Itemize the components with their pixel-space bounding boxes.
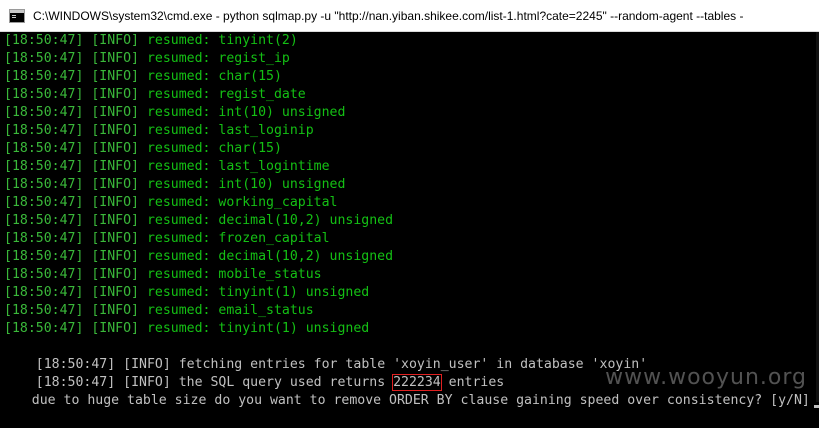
log-line: [18:50:47] [INFO] resumed: last_logintim… <box>0 158 819 176</box>
log-message: resumed: last_loginip <box>139 123 314 138</box>
log-line: [18:50:47] [INFO] resumed: regist_date <box>0 86 819 104</box>
log-message: fetching entries for table 'xoyin_user' … <box>170 357 648 372</box>
timestamp: [18:50:47] <box>4 123 84 138</box>
timestamp: [18:50:47] <box>4 141 84 156</box>
log-line: [18:50:47] [INFO] resumed: mobile_status <box>0 266 819 284</box>
log-level: [INFO] <box>123 357 171 372</box>
timestamp: [18:50:47] <box>4 51 84 66</box>
timestamp: [18:50:47] <box>4 321 84 336</box>
log-message: resumed: last_logintime <box>139 159 330 174</box>
timestamp: [18:50:47] <box>4 231 84 246</box>
window-titlebar[interactable]: C:\WINDOWS\system32\cmd.exe - python sql… <box>0 0 819 32</box>
log-level: [INFO] <box>91 123 139 138</box>
log-level: [INFO] <box>91 33 139 48</box>
log-level: [INFO] <box>91 285 139 300</box>
log-message: resumed: tinyint(2) <box>139 33 298 48</box>
log-level: [INFO] <box>91 141 139 156</box>
log-level: [INFO] <box>91 51 139 66</box>
log-message: resumed: char(15) <box>139 141 282 156</box>
watermark: www.wooyun.org <box>605 365 807 390</box>
log-level: [INFO] <box>91 177 139 192</box>
timestamp: [18:50:47] <box>4 105 84 120</box>
log-level: [INFO] <box>91 105 139 120</box>
log-level: [INFO] <box>91 267 139 282</box>
log-message: resumed: char(15) <box>139 69 282 84</box>
log-level: [INFO] <box>91 195 139 210</box>
log-message: resumed: int(10) unsigned <box>139 177 346 192</box>
log-message: resumed: tinyint(1) unsigned <box>139 321 370 336</box>
timestamp: [18:50:47] <box>4 267 84 282</box>
log-line: [18:50:47] [INFO] resumed: int(10) unsig… <box>0 176 819 194</box>
log-message: resumed: email_status <box>139 303 314 318</box>
log-level: [INFO] <box>91 69 139 84</box>
log-line: [18:50:47] [INFO] resumed: tinyint(1) un… <box>0 284 819 302</box>
log-line: [18:50:47] [INFO] resumed: decimal(10,2)… <box>0 212 819 230</box>
log-message: resumed: mobile_status <box>139 267 322 282</box>
timestamp: [18:50:47] <box>4 213 84 228</box>
log-message: resumed: tinyint(1) unsigned <box>139 285 370 300</box>
timestamp: [18:50:47] <box>4 69 84 84</box>
log-message: the SQL query used returns <box>170 375 394 390</box>
timestamp: [18:50:47] <box>4 195 84 210</box>
log-line: [18:50:47] [INFO] resumed: regist_ip <box>0 50 819 68</box>
timestamp: [18:50:47] <box>4 33 84 48</box>
log-line: [18:50:47] [INFO] resumed: char(15) <box>0 140 819 158</box>
log-message: resumed: regist_ip <box>139 51 290 66</box>
log-line: [18:50:47] [INFO] resumed: working_capit… <box>0 194 819 212</box>
log-level: [INFO] <box>91 303 139 318</box>
text-cursor <box>813 405 819 408</box>
log-line: [18:50:47] [INFO] resumed: decimal(10,2)… <box>0 248 819 266</box>
console-output[interactable]: [18:50:47] [INFO] resumed: tinyint(2) [18… <box>0 32 819 408</box>
cmd-app-icon[interactable] <box>9 8 25 23</box>
log-message: resumed: decimal(10,2) unsigned <box>139 213 394 228</box>
timestamp: [18:50:47] <box>4 87 84 102</box>
entry-count-highlight: 222234 <box>392 374 442 391</box>
fetch-entries-line: [18:50:47] [INFO] fetching entries for t… <box>0 338 819 372</box>
log-message: resumed: decimal(10,2) unsigned <box>139 249 394 264</box>
timestamp: [18:50:47] <box>4 303 84 318</box>
log-line: [18:50:47] [INFO] resumed: tinyint(2) <box>0 32 819 50</box>
log-level: [INFO] <box>123 375 171 390</box>
log-message: resumed: regist_date <box>139 87 306 102</box>
log-message-suffix: entries <box>440 375 505 390</box>
log-line: [18:50:47] [INFO] resumed: int(10) unsig… <box>0 104 819 122</box>
timestamp: [18:50:47] <box>4 285 84 300</box>
timestamp: [18:50:47] <box>4 159 84 174</box>
log-line: [18:50:47] [INFO] resumed: char(15) <box>0 68 819 86</box>
log-level: [INFO] <box>91 87 139 102</box>
timestamp: [18:50:47] <box>35 375 116 390</box>
timestamp: [18:50:47] <box>35 357 116 372</box>
log-level: [INFO] <box>91 321 139 336</box>
log-level: [INFO] <box>91 231 139 246</box>
log-level: [INFO] <box>91 159 139 174</box>
timestamp: [18:50:47] <box>4 177 84 192</box>
log-level: [INFO] <box>91 249 139 264</box>
log-line: [18:50:47] [INFO] resumed: last_loginip <box>0 122 819 140</box>
window-title: C:\WINDOWS\system32\cmd.exe - python sql… <box>33 8 744 23</box>
log-message: resumed: int(10) unsigned <box>139 105 346 120</box>
log-line: [18:50:47] [INFO] resumed: frozen_capita… <box>0 230 819 248</box>
log-line: [18:50:47] [INFO] resumed: tinyint(1) un… <box>0 320 819 338</box>
log-line: [18:50:47] [INFO] resumed: email_status <box>0 302 819 320</box>
timestamp: [18:50:47] <box>4 249 84 264</box>
prompt-text: due to huge table size do you want to re… <box>31 393 810 408</box>
log-message: resumed: working_capital <box>139 195 338 210</box>
log-level: [INFO] <box>91 213 139 228</box>
log-message: resumed: frozen_capital <box>139 231 330 246</box>
